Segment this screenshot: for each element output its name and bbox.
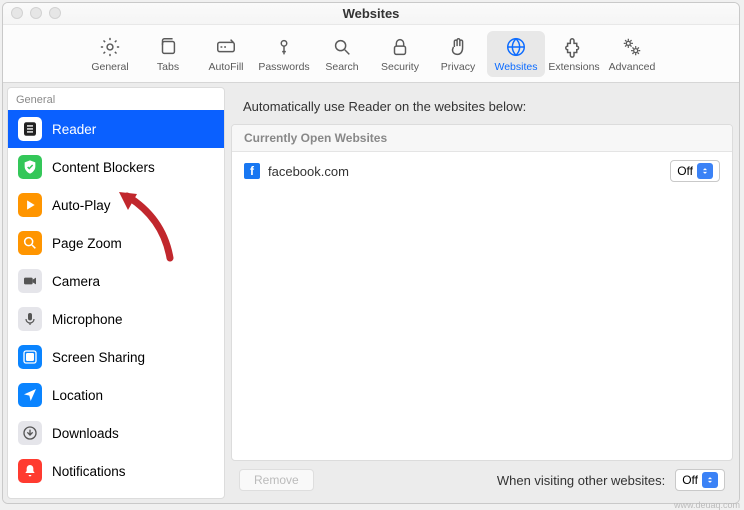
sidebar-item-downloads[interactable]: Downloads (8, 414, 224, 452)
sidebar: General Reader Content Blockers Auto-Pla… (7, 87, 225, 499)
websites-panel: Currently Open Websites f facebook.com O… (231, 124, 733, 461)
sidebar-item-screen-sharing[interactable]: Screen Sharing (8, 338, 224, 376)
location-icon (18, 383, 42, 407)
watermark: www.deuaq.com (674, 500, 740, 510)
tab-autofill[interactable]: AutoFill (197, 31, 255, 77)
site-name: facebook.com (268, 164, 662, 179)
shield-icon (18, 155, 42, 179)
chevron-updown-icon (702, 472, 718, 488)
tab-security[interactable]: Security (371, 31, 429, 77)
sidebar-item-label: Notifications (52, 464, 126, 479)
remove-button[interactable]: Remove (239, 469, 314, 491)
panel-section-label: Currently Open Websites (232, 125, 732, 152)
reader-icon (18, 117, 42, 141)
hand-icon (447, 35, 469, 59)
sidebar-item-camera[interactable]: Camera (8, 262, 224, 300)
facebook-icon: f (244, 163, 260, 179)
bell-icon (18, 459, 42, 483)
default-setting-value: Off (682, 473, 698, 487)
sidebar-item-location[interactable]: Location (8, 376, 224, 414)
tabs-icon (157, 35, 179, 59)
window-title: Websites (343, 6, 400, 21)
sidebar-item-microphone[interactable]: Microphone (8, 300, 224, 338)
lock-icon (389, 35, 411, 59)
tab-extensions[interactable]: Extensions (545, 31, 603, 77)
sidebar-item-label: Reader (52, 122, 96, 137)
camera-icon (18, 269, 42, 293)
sidebar-item-label: Screen Sharing (52, 350, 145, 365)
autofill-icon (215, 35, 237, 59)
sidebar-item-reader[interactable]: Reader (8, 110, 224, 148)
site-row[interactable]: f facebook.com Off (232, 152, 732, 190)
globe-icon (505, 35, 527, 59)
sidebar-item-label: Microphone (52, 312, 123, 327)
tab-general[interactable]: General (81, 31, 139, 77)
footer: Remove When visiting other websites: Off (229, 461, 735, 499)
minimize-icon[interactable] (30, 7, 42, 19)
sidebar-item-label: Location (52, 388, 103, 403)
traffic-lights (11, 7, 61, 19)
sidebar-item-notifications[interactable]: Notifications (8, 452, 224, 490)
footer-label: When visiting other websites: (497, 473, 665, 488)
download-icon (18, 421, 42, 445)
play-icon (18, 193, 42, 217)
zoom-icon[interactable] (49, 7, 61, 19)
zoom-icon (18, 231, 42, 255)
tab-passwords[interactable]: Passwords (255, 31, 313, 77)
sidebar-item-label: Page Zoom (52, 236, 122, 251)
puzzle-icon (563, 35, 585, 59)
site-setting-value: Off (677, 164, 693, 178)
toolbar: General Tabs AutoFill Passwords Search S… (3, 25, 739, 83)
sidebar-item-auto-play[interactable]: Auto-Play (8, 186, 224, 224)
sidebar-item-label: Auto-Play (52, 198, 111, 213)
tab-advanced[interactable]: Advanced (603, 31, 661, 77)
site-setting-select[interactable]: Off (670, 160, 720, 182)
sidebar-item-label: Downloads (52, 426, 119, 441)
gears-icon (621, 35, 643, 59)
tab-websites[interactable]: Websites (487, 31, 545, 77)
sidebar-item-label: Camera (52, 274, 100, 289)
titlebar: Websites (3, 3, 739, 25)
microphone-icon (18, 307, 42, 331)
sidebar-heading: General (8, 88, 224, 110)
tab-privacy[interactable]: Privacy (429, 31, 487, 77)
content-area: General Reader Content Blockers Auto-Pla… (3, 83, 739, 503)
default-setting-select[interactable]: Off (675, 469, 725, 491)
chevron-updown-icon (697, 163, 713, 179)
sidebar-item-label: Content Blockers (52, 160, 155, 175)
key-icon (273, 35, 295, 59)
screen-icon (18, 345, 42, 369)
gear-icon (99, 35, 121, 59)
sidebar-item-page-zoom[interactable]: Page Zoom (8, 224, 224, 262)
tab-tabs[interactable]: Tabs (139, 31, 197, 77)
main-panel: Automatically use Reader on the websites… (229, 87, 735, 499)
tab-search[interactable]: Search (313, 31, 371, 77)
close-icon[interactable] (11, 7, 23, 19)
preferences-window: Websites General Tabs AutoFill Passwords… (2, 2, 740, 504)
sidebar-item-content-blockers[interactable]: Content Blockers (8, 148, 224, 186)
main-heading: Automatically use Reader on the websites… (229, 87, 735, 124)
search-icon (331, 35, 353, 59)
